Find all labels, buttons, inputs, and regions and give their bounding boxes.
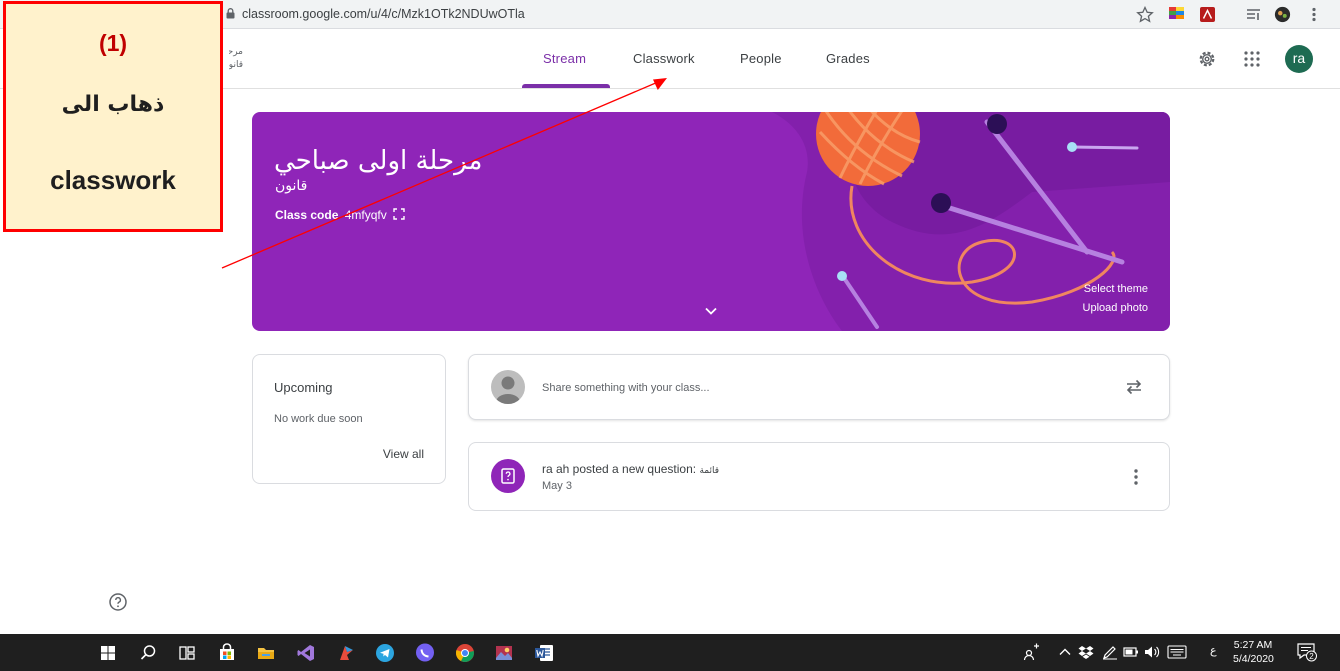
annotation-step-number: (1) — [98, 30, 128, 56]
telegram-icon[interactable] — [372, 640, 398, 666]
class-code-value: 4mfyqfv — [344, 208, 387, 222]
photos-app-icon[interactable] — [491, 640, 517, 666]
reading-list-icon[interactable] — [1245, 6, 1262, 23]
no-work-text: No work due soon — [274, 413, 363, 425]
search-icon[interactable] — [135, 640, 161, 666]
people-icon[interactable] — [1023, 643, 1041, 661]
screenshot: classroom.google.com/u/4/c/Mzk1OTk2NDUwO… — [0, 0, 1340, 671]
class-section: قانون — [275, 178, 308, 194]
upcoming-heading: Upcoming — [274, 380, 333, 395]
class-banner: مرحلة اولى صباحي قانون Class code 4mfyqf… — [252, 112, 1170, 331]
store-icon[interactable] — [214, 640, 240, 666]
class-code-row: Class code 4mfyqfv — [275, 208, 405, 222]
tab-people[interactable]: People — [740, 51, 782, 66]
default-avatar-icon — [496, 376, 520, 404]
header-class-title: مرحلة اولى صباحي — [229, 46, 243, 56]
header-class-section: قانون — [229, 59, 243, 69]
tab-classwork[interactable]: Classwork — [633, 51, 695, 66]
post-author-text: ra ah posted a new question: — [542, 462, 697, 476]
view-all-link[interactable]: View all — [383, 447, 424, 461]
taskbar-clock[interactable]: 5:27 AM 5/4/2020 — [1233, 638, 1274, 666]
active-tab-indicator — [522, 84, 610, 88]
annotation-arabic-text: ذهاب الى — [61, 92, 165, 117]
user-avatar — [491, 370, 525, 404]
select-theme-link[interactable]: Select theme — [1084, 283, 1148, 295]
more-options-icon[interactable] — [1133, 468, 1139, 486]
url-text[interactable]: classroom.google.com/u/4/c/Mzk1OTk2NDUwO… — [242, 7, 525, 21]
share-placeholder[interactable]: Share something with your class... — [542, 382, 710, 394]
apps-grid-icon[interactable] — [1243, 50, 1261, 68]
share-box[interactable]: Share something with your class... — [468, 354, 1170, 420]
browser-menu-icon[interactable] — [1309, 6, 1319, 23]
pdf-extension-icon[interactable] — [1199, 6, 1216, 23]
pen-icon[interactable] — [1102, 644, 1118, 660]
upcoming-card: Upcoming No work due soon View all — [252, 354, 446, 484]
post-question-title: قائمة — [699, 466, 720, 476]
visual-studio-icon[interactable] — [293, 640, 319, 666]
lock-icon — [226, 8, 235, 19]
post-date: May 3 — [542, 480, 572, 492]
word-icon[interactable] — [531, 640, 557, 666]
bookmark-star-icon[interactable] — [1136, 6, 1154, 23]
input-language-indicator[interactable]: ع — [1210, 644, 1217, 657]
class-title: مرحلة اولى صباحي — [274, 146, 483, 176]
question-badge-icon — [501, 468, 515, 484]
fullscreen-icon[interactable] — [393, 208, 405, 220]
question-post[interactable]: ra ah posted a new question: قائمة May 3 — [468, 442, 1170, 511]
help-icon[interactable] — [108, 592, 128, 612]
annotation-callout: (1) ذهاب الى classwork — [3, 1, 223, 232]
clock-date: 5/4/2020 — [1233, 653, 1274, 665]
settings-icon[interactable] — [1196, 48, 1218, 70]
viber-icon[interactable] — [412, 640, 438, 666]
chrome-icon[interactable] — [452, 640, 478, 666]
repost-icon[interactable] — [1125, 377, 1143, 397]
post-text: ra ah posted a new question: قائمة — [542, 462, 719, 476]
keyboard-icon[interactable] — [1167, 645, 1187, 659]
volume-icon[interactable] — [1143, 644, 1161, 660]
class-code-label: Class code — [275, 208, 339, 222]
account-avatar[interactable]: ra — [1285, 45, 1313, 73]
profile-avatar-icon[interactable] — [1273, 6, 1292, 23]
tab-stream[interactable]: Stream — [543, 51, 586, 66]
tab-grades[interactable]: Grades — [826, 51, 870, 66]
chevron-up-icon[interactable] — [1058, 646, 1072, 658]
chevron-down-icon[interactable] — [704, 306, 718, 316]
clock-time: 5:27 AM — [1233, 639, 1273, 651]
task-view-icon[interactable] — [174, 640, 200, 666]
action-center-icon[interactable]: 2 — [1296, 642, 1318, 662]
annotation-english-text: classwork — [50, 165, 176, 195]
windows-taskbar: ع 5:27 AM 5/4/2020 2 — [0, 634, 1340, 671]
header-class-name[interactable]: مرحلة اولى صباحي قانون — [229, 45, 243, 71]
upload-photo-link[interactable]: Upload photo — [1083, 302, 1148, 314]
extension-color-icon[interactable] — [1168, 6, 1185, 23]
question-icon — [491, 459, 525, 493]
dropbox-icon[interactable] — [1078, 644, 1094, 660]
windows-start-icon[interactable] — [95, 640, 121, 666]
battery-icon[interactable] — [1123, 646, 1139, 658]
maps-app-icon[interactable] — [333, 640, 359, 666]
notification-count: 2 — [1309, 652, 1314, 661]
file-explorer-icon[interactable] — [253, 640, 279, 666]
